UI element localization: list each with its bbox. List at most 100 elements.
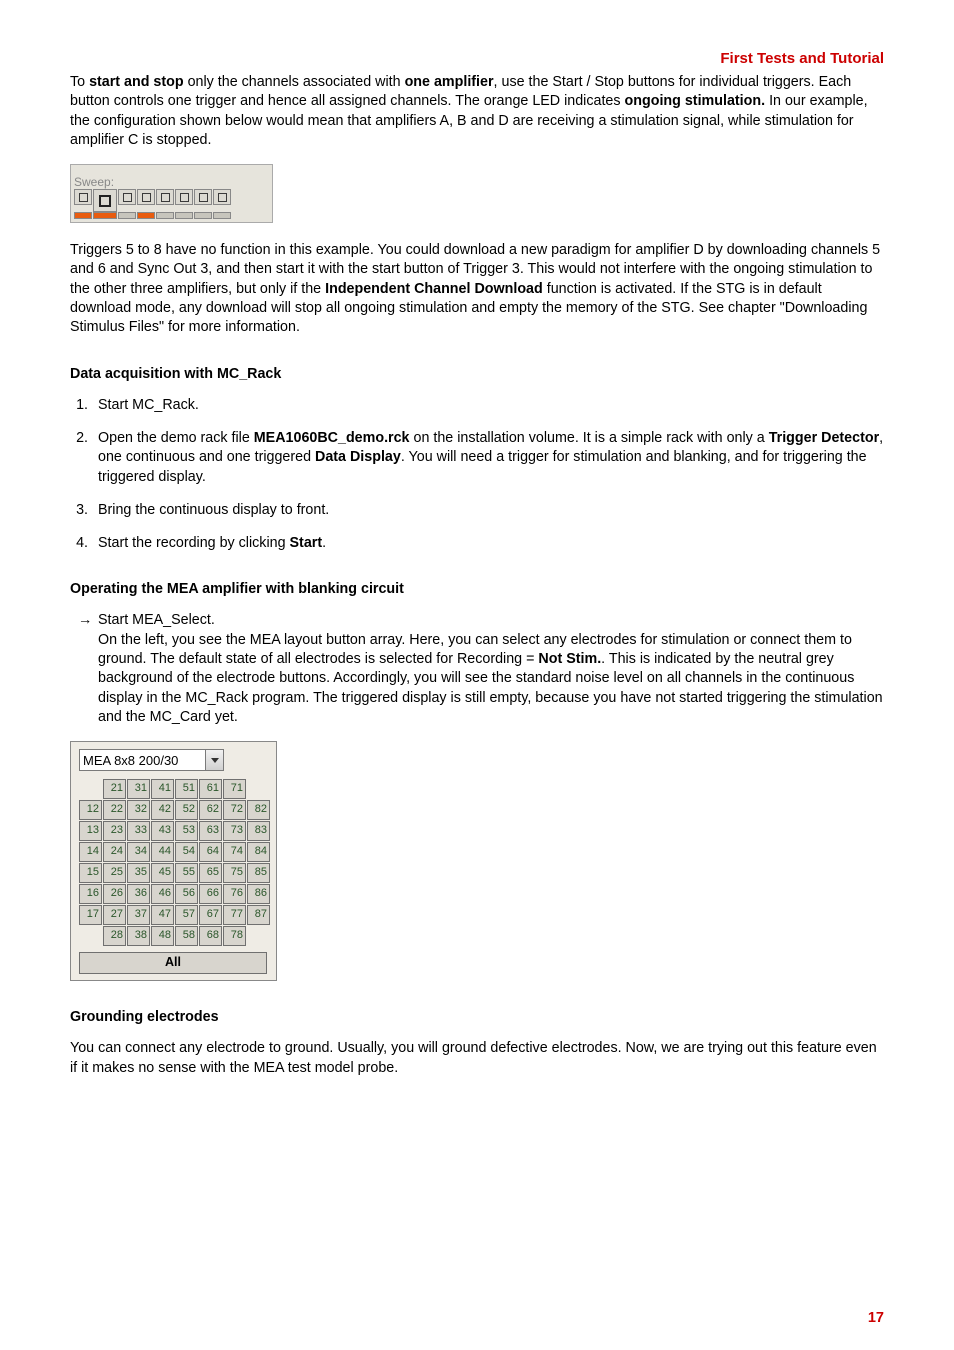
stop-icon — [218, 193, 227, 202]
electrode-button[interactable]: 13 — [79, 821, 102, 841]
electrode-button[interactable]: 41 — [151, 779, 174, 799]
electrode-button[interactable]: 73 — [223, 821, 246, 841]
step-1: Start MC_Rack. — [92, 396, 884, 415]
stop-icon — [142, 193, 151, 202]
electrode-button[interactable]: 14 — [79, 842, 102, 862]
electrode-button[interactable]: 47 — [151, 905, 174, 925]
electrode-button[interactable]: 26 — [103, 884, 126, 904]
electrode-button[interactable]: 42 — [151, 800, 174, 820]
electrode-button[interactable]: 57 — [175, 905, 198, 925]
led-indicator — [213, 212, 231, 219]
electrode-button[interactable]: 86 — [247, 884, 270, 904]
electrode-button[interactable]: 15 — [79, 863, 102, 883]
electrode-button[interactable]: 63 — [199, 821, 222, 841]
electrode-button[interactable]: 83 — [247, 821, 270, 841]
electrode-button[interactable]: 61 — [199, 779, 222, 799]
electrode-button[interactable]: 23 — [103, 821, 126, 841]
bold-trigger-detector: Trigger Detector — [769, 430, 879, 446]
electrode-button[interactable]: 32 — [127, 800, 150, 820]
electrode-button[interactable]: 65 — [199, 863, 222, 883]
electrode-button[interactable]: 38 — [127, 926, 150, 946]
dropdown-button[interactable] — [205, 750, 223, 770]
electrode-button[interactable]: 71 — [223, 779, 246, 799]
sweep-stop-button[interactable] — [137, 189, 155, 205]
led-indicator — [194, 212, 212, 219]
electrode-button[interactable]: 25 — [103, 863, 126, 883]
sweep-stop-button[interactable] — [156, 189, 174, 205]
led-indicator — [175, 212, 193, 219]
all-button[interactable]: All — [79, 952, 267, 974]
electrode-blank — [247, 926, 270, 946]
electrode-button[interactable]: 21 — [103, 779, 126, 799]
electrode-button[interactable]: 45 — [151, 863, 174, 883]
electrode-button[interactable]: 62 — [199, 800, 222, 820]
electrode-button[interactable]: 77 — [223, 905, 246, 925]
electrode-button[interactable]: 84 — [247, 842, 270, 862]
electrode-button[interactable]: 56 — [175, 884, 198, 904]
electrode-button[interactable]: 58 — [175, 926, 198, 946]
electrode-button[interactable]: 34 — [127, 842, 150, 862]
electrode-button[interactable]: 85 — [247, 863, 270, 883]
electrode-button[interactable]: 66 — [199, 884, 222, 904]
mea-layout-select[interactable]: MEA 8x8 200/30 — [79, 749, 224, 771]
electrode-button[interactable]: 72 — [223, 800, 246, 820]
electrode-button[interactable]: 27 — [103, 905, 126, 925]
sweep-stop-button[interactable] — [213, 189, 231, 205]
electrode-button[interactable]: 37 — [127, 905, 150, 925]
text: Open the demo rack file — [98, 430, 254, 446]
sweep-box: Sweep: — [70, 164, 273, 223]
electrode-button[interactable]: 55 — [175, 863, 198, 883]
electrode-grid: 213141516171 1222324252627282 132333435363… — [79, 779, 271, 946]
electrode-button[interactable]: 76 — [223, 884, 246, 904]
electrode-button[interactable]: 68 — [199, 926, 222, 946]
electrode-button[interactable]: 36 — [127, 884, 150, 904]
electrode-button[interactable]: 87 — [247, 905, 270, 925]
stop-icon — [199, 193, 208, 202]
arrow-icon: → — [78, 611, 98, 630]
electrode-button[interactable]: 53 — [175, 821, 198, 841]
electrode-blank — [79, 779, 102, 799]
electrode-button[interactable]: 16 — [79, 884, 102, 904]
bold-independent-channel-download: Independent Channel Download — [325, 281, 543, 297]
heading-grounding: Grounding electrodes — [70, 1009, 884, 1025]
electrode-button[interactable]: 28 — [103, 926, 126, 946]
electrode-button[interactable]: 64 — [199, 842, 222, 862]
electrode-button[interactable]: 22 — [103, 800, 126, 820]
bold-ongoing-stimulation: ongoing stimulation. — [625, 93, 766, 109]
electrode-button[interactable]: 12 — [79, 800, 102, 820]
step-2: Open the demo rack file MEA1060BC_demo.r… — [92, 429, 884, 487]
sweep-stop-button[interactable] — [118, 189, 136, 205]
led-indicator — [137, 212, 155, 219]
bold-start-stop: start and stop — [89, 74, 184, 90]
grounding-paragraph: You can connect any electrode to ground.… — [70, 1039, 884, 1078]
electrode-button[interactable]: 51 — [175, 779, 198, 799]
electrode-button[interactable]: 44 — [151, 842, 174, 862]
electrode-button[interactable]: 75 — [223, 863, 246, 883]
sweep-stop-button[interactable] — [175, 189, 193, 205]
electrode-button[interactable]: 35 — [127, 863, 150, 883]
electrode-button[interactable]: 54 — [175, 842, 198, 862]
electrode-button[interactable]: 24 — [103, 842, 126, 862]
sweep-stop-button[interactable] — [93, 189, 117, 212]
bold-demo-rck: MEA1060BC_demo.rck — [254, 430, 410, 446]
electrode-button[interactable]: 46 — [151, 884, 174, 904]
electrode-button[interactable]: 78 — [223, 926, 246, 946]
sweep-stop-button[interactable] — [194, 189, 212, 205]
led-indicator — [118, 212, 136, 219]
electrode-button[interactable]: 33 — [127, 821, 150, 841]
electrode-button[interactable]: 31 — [127, 779, 150, 799]
arrow-step: →Start MEA_Select. On the left, you see … — [70, 611, 884, 727]
mea-panel: MEA 8x8 200/30 2131415161711222324252627… — [70, 741, 277, 981]
electrode-button[interactable]: 82 — [247, 800, 270, 820]
sweep-stop-button[interactable] — [74, 189, 92, 205]
electrode-button[interactable]: 43 — [151, 821, 174, 841]
sweep-buttons — [74, 189, 231, 219]
text: on the installation volume. It is a simp… — [410, 430, 769, 446]
electrode-button[interactable]: 17 — [79, 905, 102, 925]
sweep-led-row — [74, 212, 231, 219]
electrode-button[interactable]: 74 — [223, 842, 246, 862]
electrode-button[interactable]: 52 — [175, 800, 198, 820]
electrode-button[interactable]: 67 — [199, 905, 222, 925]
page-header-title: First Tests and Tutorial — [70, 50, 884, 67]
electrode-button[interactable]: 48 — [151, 926, 174, 946]
